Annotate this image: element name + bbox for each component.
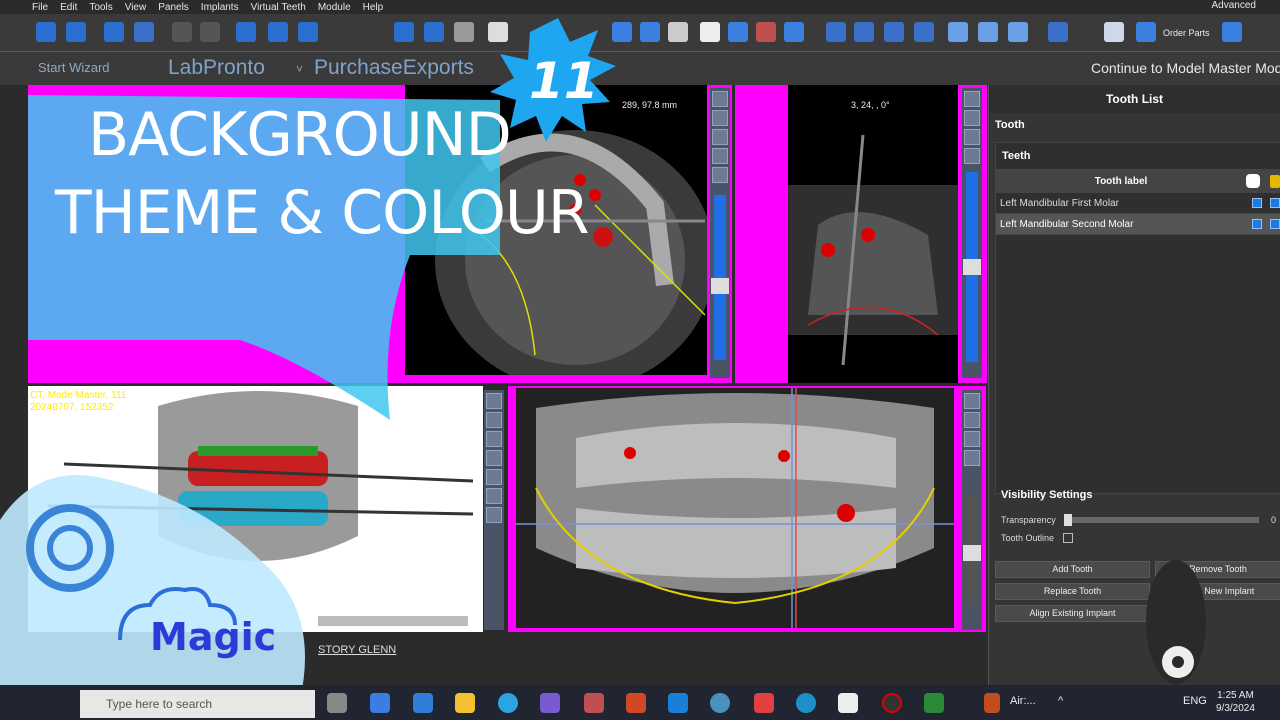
taskbar-search-input[interactable]: Type here to search — [80, 690, 315, 718]
store-icon[interactable] — [370, 693, 390, 713]
air-quality-icon[interactable] — [984, 693, 1000, 713]
app-icon-2[interactable] — [668, 693, 688, 713]
app-icon-3[interactable] — [924, 693, 944, 713]
telegram-icon[interactable] — [498, 693, 518, 713]
blue-sky-plan-icon[interactable] — [710, 693, 730, 713]
clock-time: 1:25 AM — [1217, 690, 1254, 701]
episode-number-badge: 11 — [529, 52, 599, 110]
powerpoint-icon[interactable] — [626, 693, 646, 713]
app-window: File Edit Tools View Panels Implants Vir… — [0, 0, 1280, 720]
exocad-icon[interactable] — [540, 693, 560, 713]
language-indicator[interactable]: ENG — [1183, 695, 1207, 707]
clock-date: 9/3/2024 — [1216, 703, 1255, 714]
magic-brand-logo: Magic — [150, 615, 277, 659]
mail-icon[interactable] — [413, 693, 433, 713]
air-quality-label[interactable]: Air:... — [1010, 695, 1036, 707]
taskbar-clock[interactable]: 1:25 AM 9/3/2024 — [1216, 689, 1255, 715]
tray-chevron-icon[interactable]: ^ — [1058, 695, 1063, 707]
video-title-line-1: BACKGROUND — [88, 100, 512, 170]
recorder-icon[interactable] — [882, 693, 902, 713]
capcut-icon[interactable] — [838, 693, 858, 713]
task-view-icon[interactable] — [327, 693, 347, 713]
video-title-line-2: THEME & COLOUR — [55, 178, 590, 248]
app-icon-1[interactable] — [584, 693, 604, 713]
edge-icon[interactable] — [796, 693, 816, 713]
pdf-icon[interactable] — [754, 693, 774, 713]
file-explorer-icon[interactable] — [455, 693, 475, 713]
